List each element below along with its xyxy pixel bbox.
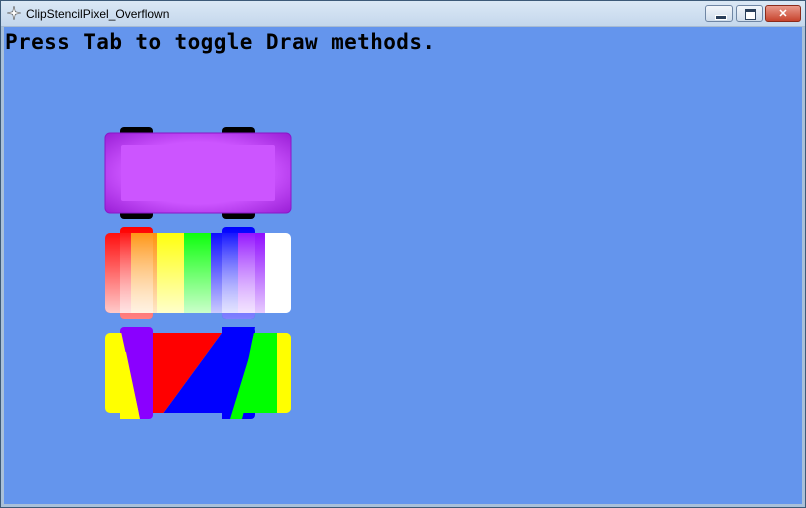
car-sprite-rainbow	[105, 227, 291, 319]
car-roof	[121, 145, 275, 201]
sprite-scene	[104, 127, 292, 419]
car-sprite-bands	[105, 327, 291, 419]
game-canvas[interactable]: Press Tab to toggle Draw methods.	[4, 27, 802, 504]
app-window: ClipStencilPixel_Overflown ✕ Press Tab t…	[0, 0, 806, 508]
window-title: ClipStencilPixel_Overflown	[26, 7, 170, 21]
sparkle-icon	[7, 6, 21, 20]
minimize-button[interactable]	[705, 5, 733, 22]
car-sprite-solid	[104, 127, 292, 219]
title-bar[interactable]: ClipStencilPixel_Overflown ✕	[1, 1, 805, 27]
close-button[interactable]: ✕	[765, 5, 801, 22]
maximize-icon	[745, 9, 756, 20]
maximize-button[interactable]	[736, 5, 763, 22]
minimize-icon	[715, 15, 727, 20]
close-icon: ✕	[778, 8, 788, 20]
